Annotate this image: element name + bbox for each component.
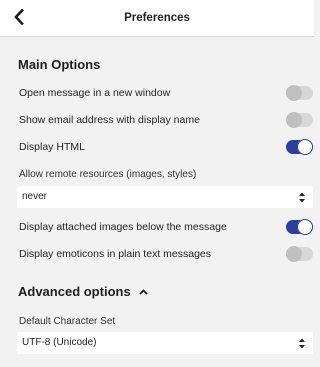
option-label: Display attached images below the messag… xyxy=(19,221,227,233)
charset-label: Default Character Set xyxy=(19,316,116,327)
option-attached-images: Display attached images below the messag… xyxy=(0,214,314,240)
attached-images-toggle[interactable] xyxy=(286,219,313,235)
option-label: Open message in a new window xyxy=(19,87,171,99)
option-open-new-window: Open message in a new window xyxy=(0,80,314,106)
toggle-knob xyxy=(297,139,313,155)
option-emoticons: Display emoticons in plain text messages xyxy=(0,241,314,267)
option-label: Show email address with display name xyxy=(19,114,200,126)
show-email-toggle[interactable] xyxy=(286,112,313,128)
charset-select[interactable]: UTF-8 (Unicode) xyxy=(17,332,313,354)
header-bar: Preferences xyxy=(0,0,314,37)
toggle-knob xyxy=(286,246,302,262)
main-options-heading: Main Options xyxy=(18,57,101,72)
toggle-knob xyxy=(286,112,302,128)
advanced-options-heading[interactable]: Advanced options xyxy=(18,284,148,299)
toggle-knob xyxy=(286,85,302,101)
sort-caret-icon xyxy=(299,192,305,203)
select-value: never xyxy=(22,191,48,202)
sort-caret-icon xyxy=(299,338,305,349)
toggle-knob xyxy=(297,219,313,235)
option-label: Display emoticons in plain text messages xyxy=(19,248,212,260)
display-html-toggle[interactable] xyxy=(286,139,313,155)
emoticons-toggle[interactable] xyxy=(286,246,313,262)
advanced-options-title: Advanced options xyxy=(18,284,131,299)
remote-resources-label: Allow remote resources (images, styles) xyxy=(19,169,197,180)
chevron-up-icon xyxy=(139,288,148,295)
option-display-html: Display HTML xyxy=(0,134,314,160)
open-new-window-toggle[interactable] xyxy=(286,85,313,101)
option-show-email: Show email address with display name xyxy=(0,107,314,133)
page-title: Preferences xyxy=(124,12,190,24)
select-value: UTF-8 (Unicode) xyxy=(22,337,97,348)
option-label: Display HTML xyxy=(19,141,85,153)
remote-resources-select[interactable]: never xyxy=(17,186,313,208)
